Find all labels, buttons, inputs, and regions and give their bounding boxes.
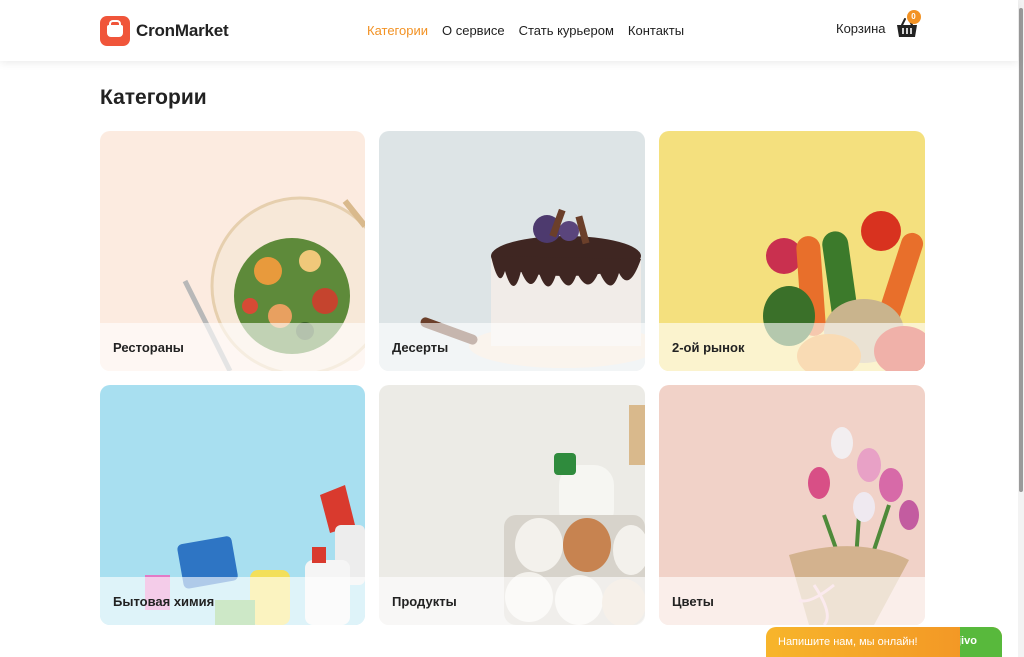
logo-text: CronMarket [136, 21, 229, 40]
site-header: CronMarket Категории О сервисе Стать кур… [0, 0, 1018, 61]
nav-item-about[interactable]: О сервисе [442, 23, 505, 38]
nav-item-categories[interactable]: Категории [367, 23, 428, 38]
scrollbar[interactable] [1018, 0, 1024, 657]
jivo-logo-icon: jivo [960, 627, 1002, 657]
category-card-household-chemicals[interactable]: Бытовая химия [100, 385, 365, 625]
category-label: Цветы [672, 594, 714, 609]
category-card-flowers[interactable]: Цветы [659, 385, 925, 625]
category-card-restaurants[interactable]: Рестораны [100, 131, 365, 371]
category-label: 2-ой рынок [672, 340, 745, 355]
nav-item-contacts[interactable]: Контакты [628, 23, 684, 38]
category-label: Продукты [392, 594, 457, 609]
cart-button[interactable]: Корзина 0 [836, 10, 921, 40]
basket-icon[interactable]: 0 [895, 10, 921, 40]
cart-label: Корзина [836, 20, 886, 36]
category-label: Рестораны [113, 340, 184, 355]
page-title: Категории [100, 86, 207, 109]
scrollbar-thumb[interactable] [1019, 8, 1023, 492]
nav-item-courier[interactable]: Стать курьером [519, 23, 614, 38]
cart-count-badge: 0 [906, 10, 921, 24]
category-card-desserts[interactable]: Десерты [379, 131, 645, 371]
main-nav: Категории О сервисе Стать курьером Конта… [367, 23, 684, 38]
chat-widget-button[interactable]: Напишите нам, мы онлайн! jivo [766, 627, 1002, 657]
shopping-bag-logo-icon [100, 16, 130, 46]
category-label: Бытовая химия [113, 594, 215, 609]
categories-grid: Рестораны Десерты 2-ой рынок Бытовая хим… [100, 131, 925, 625]
chat-logo-text: jivo [960, 635, 977, 647]
category-label: Десерты [392, 340, 449, 355]
logo[interactable]: CronMarket [100, 16, 229, 46]
category-card-products[interactable]: Продукты [379, 385, 645, 625]
chat-prompt: Напишите нам, мы онлайн! [778, 636, 918, 648]
category-card-second-market[interactable]: 2-ой рынок [659, 131, 925, 371]
